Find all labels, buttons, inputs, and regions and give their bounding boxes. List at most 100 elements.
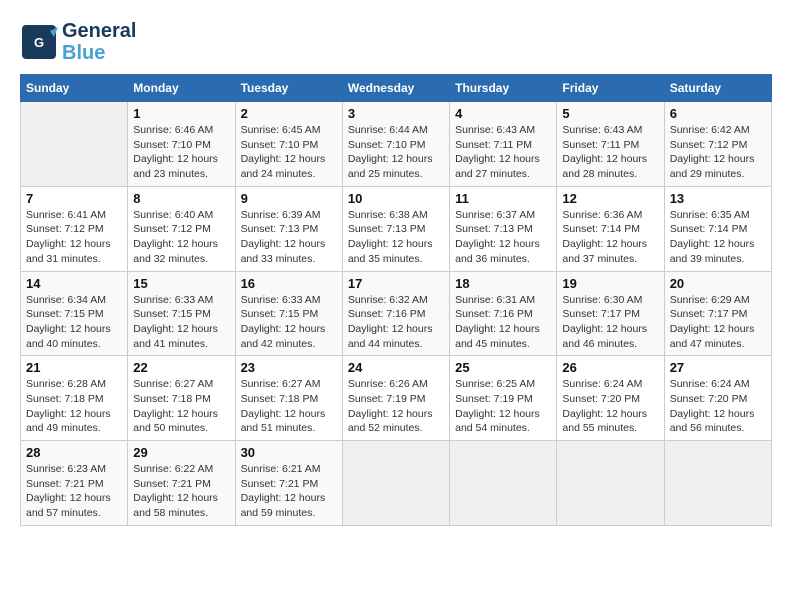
- weekday-header-wednesday: Wednesday: [342, 75, 449, 102]
- calendar-cell: 25 Sunrise: 6:25 AMSunset: 7:19 PMDayligh…: [450, 356, 557, 441]
- calendar-cell: 21Sunrise: 6:28 AMSunset: 7:18 PMDayligh…: [21, 356, 128, 441]
- calendar-cell: [342, 441, 449, 526]
- day-number: 10: [348, 191, 444, 206]
- day-number: 7: [26, 191, 122, 206]
- logo-icon: G: [20, 23, 58, 61]
- day-number: 23: [241, 360, 337, 375]
- day-info: Sunrise: 6:42 AMSunset: 7:12 PMDaylight:…: [670, 123, 766, 182]
- day-info: Sunrise: 6:39 AMSunset: 7:13 PMDaylight:…: [241, 208, 337, 267]
- calendar-cell: 16Sunrise: 6:33 AMSunset: 7:15 PMDayligh…: [235, 271, 342, 356]
- calendar-cell: 10 Sunrise: 6:38 AMSunset: 7:13 PMDayligh…: [342, 186, 449, 271]
- calendar-cell: [664, 441, 771, 526]
- calendar-cell: 11 Sunrise: 6:37 AMSunset: 7:13 PMDayligh…: [450, 186, 557, 271]
- calendar-cell: 18Sunrise: 6:31 AMSunset: 7:16 PMDayligh…: [450, 271, 557, 356]
- day-info: Sunrise: 6:32 AMSunset: 7:16 PMDaylight:…: [348, 293, 444, 352]
- calendar-cell: 7 Sunrise: 6:41 AMSunset: 7:12 PMDaylight…: [21, 186, 128, 271]
- day-info: Sunrise: 6:44 AMSunset: 7:10 PMDaylight:…: [348, 123, 444, 182]
- day-number: 17: [348, 276, 444, 291]
- day-number: 30: [241, 445, 337, 460]
- day-info: Sunrise: 6:43 AMSunset: 7:11 PMDaylight:…: [562, 123, 658, 182]
- day-info: Sunrise: 6:34 AMSunset: 7:15 PMDaylight:…: [26, 293, 122, 352]
- day-info: Sunrise: 6:38 AMSunset: 7:13 PMDaylight:…: [348, 208, 444, 267]
- calendar-cell: 8 Sunrise: 6:40 AMSunset: 7:12 PMDaylight…: [128, 186, 235, 271]
- day-number: 26: [562, 360, 658, 375]
- day-info: Sunrise: 6:41 AMSunset: 7:12 PMDaylight:…: [26, 208, 122, 267]
- day-info: Sunrise: 6:30 AMSunset: 7:17 PMDaylight:…: [562, 293, 658, 352]
- calendar-cell: 27 Sunrise: 6:24 AMSunset: 7:20 PMDayligh…: [664, 356, 771, 441]
- day-number: 12: [562, 191, 658, 206]
- calendar-cell: 30 Sunrise: 6:21 AMSunset: 7:21 PMDayligh…: [235, 441, 342, 526]
- day-number: 5: [562, 106, 658, 121]
- page-header: G General Blue: [20, 20, 772, 64]
- day-info: Sunrise: 6:35 AMSunset: 7:14 PMDaylight:…: [670, 208, 766, 267]
- calendar-cell: 9 Sunrise: 6:39 AMSunset: 7:13 PMDaylight…: [235, 186, 342, 271]
- weekday-header-tuesday: Tuesday: [235, 75, 342, 102]
- calendar-cell: 28Sunrise: 6:23 AMSunset: 7:21 PMDayligh…: [21, 441, 128, 526]
- day-number: 2: [241, 106, 337, 121]
- calendar-cell: 4 Sunrise: 6:43 AMSunset: 7:11 PMDaylight…: [450, 102, 557, 187]
- calendar-cell: 17 Sunrise: 6:32 AMSunset: 7:16 PMDayligh…: [342, 271, 449, 356]
- calendar-cell: 13 Sunrise: 6:35 AMSunset: 7:14 PMDayligh…: [664, 186, 771, 271]
- day-number: 3: [348, 106, 444, 121]
- day-info: Sunrise: 6:31 AMSunset: 7:16 PMDaylight:…: [455, 293, 551, 352]
- day-info: Sunrise: 6:24 AMSunset: 7:20 PMDaylight:…: [562, 377, 658, 436]
- day-info: Sunrise: 6:26 AMSunset: 7:19 PMDaylight:…: [348, 377, 444, 436]
- svg-text:G: G: [34, 35, 44, 50]
- day-number: 13: [670, 191, 766, 206]
- day-number: 1: [133, 106, 229, 121]
- day-number: 14: [26, 276, 122, 291]
- calendar-cell: 26 Sunrise: 6:24 AMSunset: 7:20 PMDayligh…: [557, 356, 664, 441]
- logo: G General Blue: [20, 20, 136, 64]
- week-row-4: 21Sunrise: 6:28 AMSunset: 7:18 PMDayligh…: [21, 356, 772, 441]
- day-info: Sunrise: 6:24 AMSunset: 7:20 PMDaylight:…: [670, 377, 766, 436]
- day-number: 24: [348, 360, 444, 375]
- day-info: Sunrise: 6:33 AMSunset: 7:15 PMDaylight:…: [241, 293, 337, 352]
- day-number: 11: [455, 191, 551, 206]
- calendar-cell: 23 Sunrise: 6:27 AMSunset: 7:18 PMDayligh…: [235, 356, 342, 441]
- day-number: 25: [455, 360, 551, 375]
- day-info: Sunrise: 6:40 AMSunset: 7:12 PMDaylight:…: [133, 208, 229, 267]
- day-info: Sunrise: 6:33 AMSunset: 7:15 PMDaylight:…: [133, 293, 229, 352]
- calendar-cell: 14 Sunrise: 6:34 AMSunset: 7:15 PMDayligh…: [21, 271, 128, 356]
- calendar-table: SundayMondayTuesdayWednesdayThursdayFrid…: [20, 74, 772, 526]
- calendar-cell: 20Sunrise: 6:29 AMSunset: 7:17 PMDayligh…: [664, 271, 771, 356]
- calendar-cell: 29Sunrise: 6:22 AMSunset: 7:21 PMDayligh…: [128, 441, 235, 526]
- day-number: 22: [133, 360, 229, 375]
- weekday-header-sunday: Sunday: [21, 75, 128, 102]
- day-info: Sunrise: 6:25 AMSunset: 7:19 PMDaylight:…: [455, 377, 551, 436]
- day-number: 9: [241, 191, 337, 206]
- day-info: Sunrise: 6:27 AMSunset: 7:18 PMDaylight:…: [133, 377, 229, 436]
- logo-text: General Blue: [62, 20, 136, 64]
- day-info: Sunrise: 6:46 AMSunset: 7:10 PMDaylight:…: [133, 123, 229, 182]
- week-row-1: 1 Sunrise: 6:46 AMSunset: 7:10 PMDaylight…: [21, 102, 772, 187]
- calendar-cell: 2Sunrise: 6:45 AMSunset: 7:10 PMDaylight…: [235, 102, 342, 187]
- day-number: 27: [670, 360, 766, 375]
- calendar-cell: [557, 441, 664, 526]
- weekday-header-monday: Monday: [128, 75, 235, 102]
- day-info: Sunrise: 6:43 AMSunset: 7:11 PMDaylight:…: [455, 123, 551, 182]
- day-number: 6: [670, 106, 766, 121]
- day-info: Sunrise: 6:36 AMSunset: 7:14 PMDaylight:…: [562, 208, 658, 267]
- day-number: 19: [562, 276, 658, 291]
- weekday-header-saturday: Saturday: [664, 75, 771, 102]
- calendar-cell: 3 Sunrise: 6:44 AMSunset: 7:10 PMDaylight…: [342, 102, 449, 187]
- day-number: 4: [455, 106, 551, 121]
- calendar-cell: 19 Sunrise: 6:30 AMSunset: 7:17 PMDayligh…: [557, 271, 664, 356]
- day-info: Sunrise: 6:37 AMSunset: 7:13 PMDaylight:…: [455, 208, 551, 267]
- day-info: Sunrise: 6:27 AMSunset: 7:18 PMDaylight:…: [241, 377, 337, 436]
- day-info: Sunrise: 6:21 AMSunset: 7:21 PMDaylight:…: [241, 462, 337, 521]
- weekday-header-friday: Friday: [557, 75, 664, 102]
- week-row-3: 14 Sunrise: 6:34 AMSunset: 7:15 PMDayligh…: [21, 271, 772, 356]
- calendar-cell: 22 Sunrise: 6:27 AMSunset: 7:18 PMDayligh…: [128, 356, 235, 441]
- day-number: 8: [133, 191, 229, 206]
- calendar-cell: 1 Sunrise: 6:46 AMSunset: 7:10 PMDaylight…: [128, 102, 235, 187]
- calendar-cell: 6 Sunrise: 6:42 AMSunset: 7:12 PMDaylight…: [664, 102, 771, 187]
- calendar-cell: 24 Sunrise: 6:26 AMSunset: 7:19 PMDayligh…: [342, 356, 449, 441]
- calendar-cell: [450, 441, 557, 526]
- day-info: Sunrise: 6:28 AMSunset: 7:18 PMDaylight:…: [26, 377, 122, 436]
- week-row-2: 7 Sunrise: 6:41 AMSunset: 7:12 PMDaylight…: [21, 186, 772, 271]
- week-row-5: 28Sunrise: 6:23 AMSunset: 7:21 PMDayligh…: [21, 441, 772, 526]
- calendar-cell: [21, 102, 128, 187]
- day-number: 28: [26, 445, 122, 460]
- calendar-cell: 5 Sunrise: 6:43 AMSunset: 7:11 PMDaylight…: [557, 102, 664, 187]
